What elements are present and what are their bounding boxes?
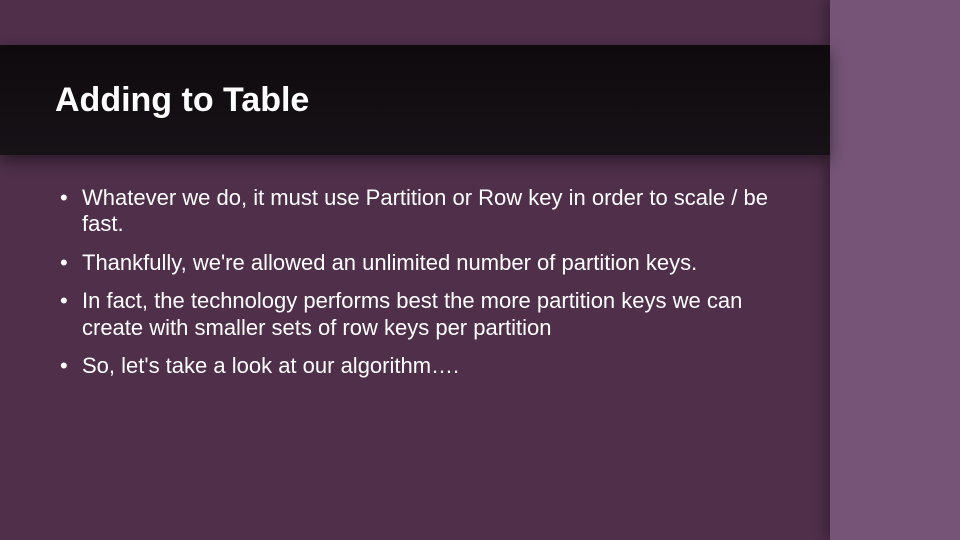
list-item: Whatever we do, it must use Partition or… bbox=[60, 185, 800, 238]
accent-stripe bbox=[830, 0, 960, 540]
slide-body: Whatever we do, it must use Partition or… bbox=[60, 185, 800, 391]
list-item: In fact, the technology performs best th… bbox=[60, 288, 800, 341]
slide: Adding to Table Whatever we do, it must … bbox=[0, 0, 960, 540]
list-item: Thankfully, we're allowed an unlimited n… bbox=[60, 250, 800, 276]
bullet-list: Whatever we do, it must use Partition or… bbox=[60, 185, 800, 379]
slide-title: Adding to Table bbox=[55, 81, 309, 120]
title-bar: Adding to Table bbox=[0, 45, 830, 155]
list-item: So, let's take a look at our algorithm…. bbox=[60, 353, 800, 379]
